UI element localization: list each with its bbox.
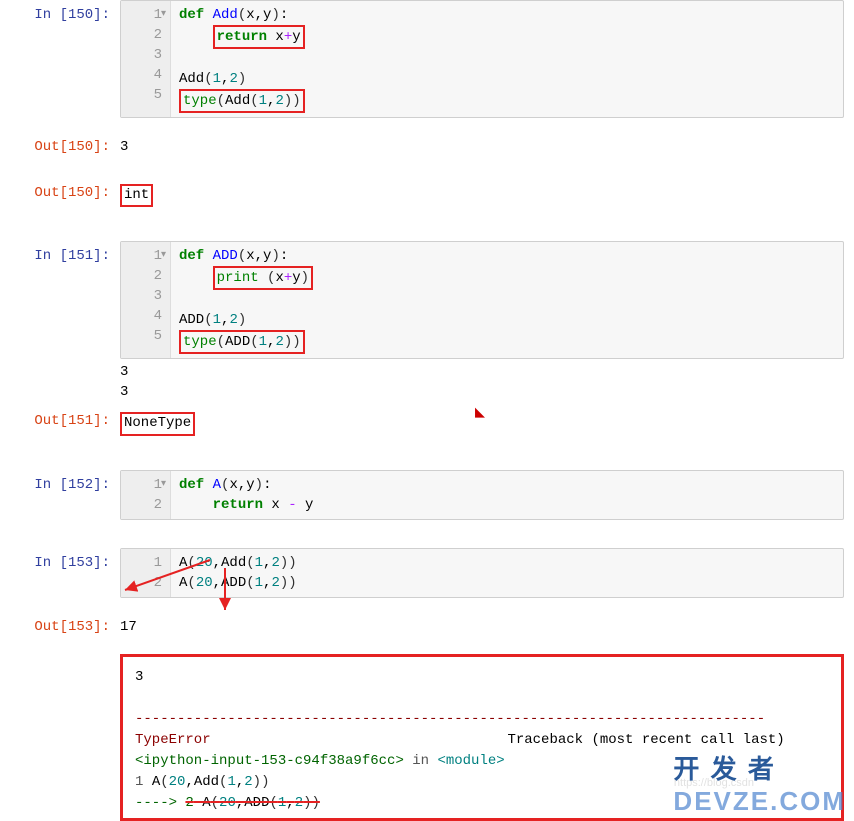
output-cell-153: Out[153]: 17 (0, 612, 854, 644)
line-gutter: 1▾ 2 (121, 471, 171, 519)
code-body[interactable]: A(20,Add(1,2)) A(20,ADD(1,2)) (171, 549, 305, 597)
error-stdout: 3 (135, 667, 829, 688)
out-prompt: Out[153]: (0, 612, 120, 644)
out-prompt: Out[150]: (0, 178, 120, 214)
output-cell-150-1: Out[150]: 3 (0, 132, 854, 164)
output-value: 3 (120, 132, 854, 164)
code-body[interactable]: def ADD(x,y): print (x+y) ADD(1,2) type(… (171, 242, 321, 358)
input-cell-153: In [153]: 1 2 A(20,Add(1,2)) A(20,ADD(1,… (0, 548, 854, 598)
output-value: NoneType (120, 406, 854, 442)
code-editor[interactable]: 1▾ 2 def A(x,y): return x - y (120, 470, 844, 520)
error-type: TypeError (135, 732, 211, 748)
error-source: <ipython-input-153-c94f38a9f6cc> (135, 753, 404, 769)
line-gutter: 1▾ 2 3 4 5 (121, 242, 171, 358)
code-body[interactable]: def A(x,y): return x - y (171, 471, 321, 519)
output-value: int (120, 178, 854, 214)
code-editor[interactable]: 1▾ 2 3 4 5 def Add(x,y): return x+y Add(… (120, 0, 844, 118)
error-module: <module> (437, 753, 504, 769)
output-cell-151: Out[151]: NoneType (0, 406, 854, 442)
line-gutter: 1 2 (121, 549, 171, 597)
out-prompt: Out[151]: (0, 406, 120, 442)
code-editor[interactable]: 1▾ 2 3 4 5 def ADD(x,y): print (x+y) ADD… (120, 241, 844, 359)
in-prompt: In [153]: (0, 548, 120, 598)
code-body[interactable]: def Add(x,y): return x+y Add(1,2) type(A… (171, 1, 313, 117)
error-line-2: A(20,ADD(1,2)) (194, 795, 320, 811)
error-line-1: 1 (135, 774, 152, 790)
stdout-output: 3 3 (120, 359, 844, 406)
input-cell-151: In [151]: 1▾ 2 3 4 5 def ADD(x,y): print… (0, 241, 854, 406)
watermark-logo: 开 发 者 DEVZE.COM (673, 749, 846, 817)
input-cell-150: In [150]: 1▾ 2 3 4 5 def Add(x,y): retur… (0, 0, 854, 118)
input-cell-152: In [152]: 1▾ 2 def A(x,y): return x - y (0, 470, 854, 520)
error-separator: ----------------------------------------… (135, 709, 829, 730)
out-prompt: Out[150]: (0, 132, 120, 164)
error-arrow: ----> (135, 795, 185, 811)
code-editor[interactable]: 1 2 A(20,Add(1,2)) A(20,ADD(1,2)) (120, 548, 844, 598)
in-prompt: In [151]: (0, 241, 120, 406)
in-prompt: In [150]: (0, 0, 120, 118)
output-cell-150-2: Out[150]: int (0, 178, 854, 214)
traceback-label: Traceback (most recent call last) (507, 732, 784, 748)
output-value: 17 (120, 612, 854, 644)
line-gutter: 1▾ 2 3 4 5 (121, 1, 171, 117)
in-prompt: In [152]: (0, 470, 120, 520)
cursor-icon: ◣ (475, 405, 485, 420)
